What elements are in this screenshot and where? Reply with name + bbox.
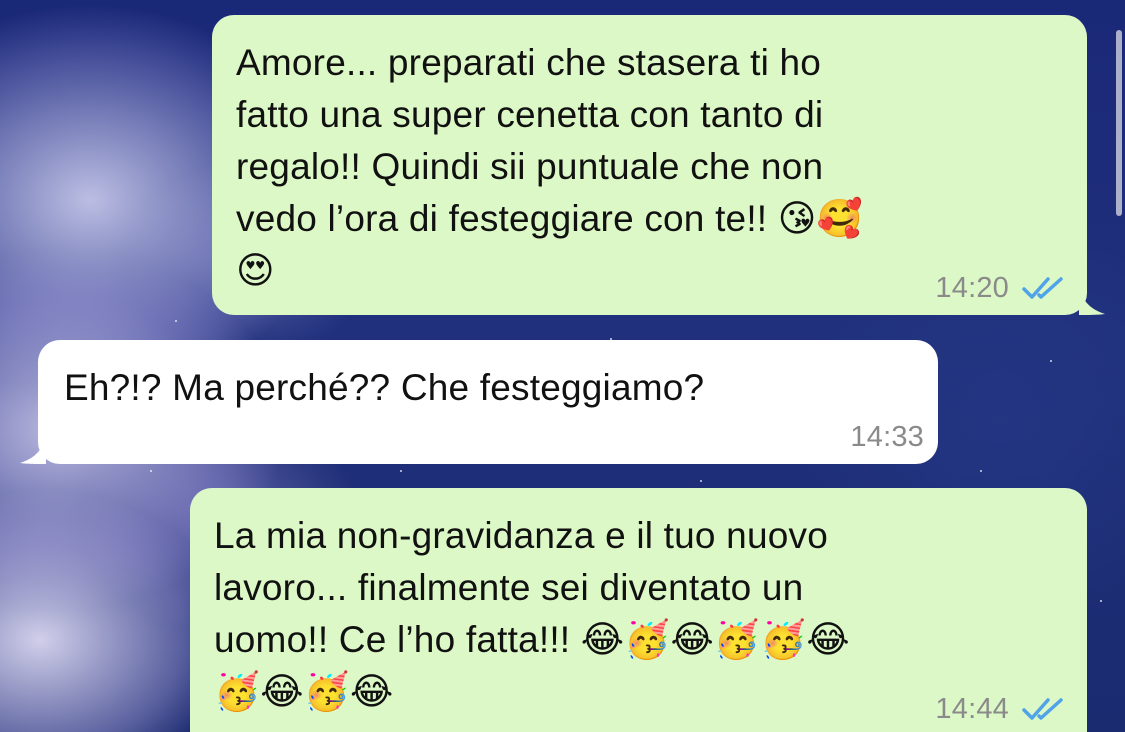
message-text: Eh?!? Ma perché?? Che festeggiamo? bbox=[64, 367, 705, 408]
message-text: La mia non-gravidanza e il tuo nuovo lav… bbox=[214, 515, 850, 712]
message-time: 14:44 bbox=[935, 693, 1009, 725]
message-outgoing[interactable]: Amore... preparati che stasera ti ho fat… bbox=[212, 15, 1105, 315]
message-incoming[interactable]: Eh?!? Ma perché?? Che festeggiamo? 14:33 bbox=[20, 340, 938, 464]
message-time: 14:20 bbox=[935, 272, 1009, 304]
message-meta: 14:44 bbox=[935, 694, 1065, 724]
bubble-tail bbox=[1079, 285, 1105, 315]
double-check-icon bbox=[1021, 696, 1065, 722]
message-time: 14:33 bbox=[850, 421, 924, 453]
double-check-icon bbox=[1021, 275, 1065, 301]
message-text: Amore... preparati che stasera ti ho fat… bbox=[236, 42, 863, 291]
scroll-indicator[interactable] bbox=[1116, 30, 1122, 216]
message-meta: 14:33 bbox=[850, 422, 924, 452]
bubble-tail bbox=[20, 434, 46, 464]
message-meta: 14:20 bbox=[935, 273, 1065, 303]
message-outgoing[interactable]: La mia non-gravidanza e il tuo nuovo lav… bbox=[190, 488, 1087, 732]
